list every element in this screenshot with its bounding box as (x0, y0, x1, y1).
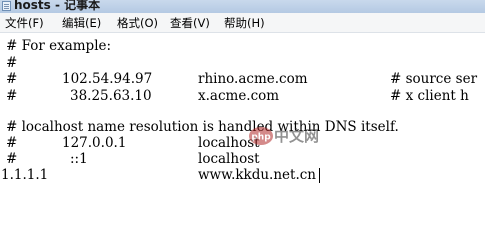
text-line: # localhost name resolution is handled w… (6, 119, 399, 135)
line-host: localhost (198, 151, 260, 167)
line-host: x.acme.com (198, 88, 280, 104)
menu-file[interactable]: 文件(F) (5, 15, 44, 31)
line-comment: # source ser (390, 71, 478, 87)
notepad-window: hosts - 记事本 文件(F) 编辑(E) 格式(O) 查看(V) 帮助(H… (0, 0, 485, 208)
line-ip: 127.0.0.1 (62, 135, 127, 151)
line-host: www.kkdu.net.cn (198, 167, 316, 183)
line-ip: ::1 (70, 151, 88, 167)
menu-view[interactable]: 查看(V) (170, 15, 210, 31)
text-caret (319, 168, 320, 183)
php-logo-icon: php (249, 127, 273, 145)
text-line: # For example: (6, 38, 112, 54)
text-line: # 102.54.94.97 rhino.acme.com # source s… (6, 71, 485, 87)
text-editor[interactable]: # For example: # # 102.54.94.97 rhino.ac… (0, 33, 485, 208)
line-ip: 1.1.1.1 (1, 167, 49, 183)
menu-bar: 文件(F) 编辑(E) 格式(O) 查看(V) 帮助(H) (0, 13, 485, 33)
menu-edit[interactable]: 编辑(E) (62, 15, 101, 31)
line-hash: # (6, 151, 18, 167)
watermark-logo-text: php (251, 133, 271, 143)
window-title: hosts - 记事本 (14, 0, 101, 12)
watermark-text: 中文网 (274, 127, 320, 145)
text-line: # 127.0.0.1 localhost (6, 135, 485, 151)
line-ip: 102.54.94.97 (62, 71, 153, 87)
line-host: rhino.acme.com (198, 71, 308, 87)
watermark: php 中文网 (248, 123, 322, 149)
text-line: # (6, 55, 18, 71)
menu-help[interactable]: 帮助(H) (224, 15, 265, 31)
line-ip: 38.25.63.10 (70, 88, 152, 104)
text-line: 1.1.1.1 www.kkdu.net.cn (1, 167, 481, 183)
line-hash: # (6, 135, 18, 151)
menu-format[interactable]: 格式(O) (117, 15, 158, 31)
title-bar[interactable]: hosts - 记事本 (0, 0, 485, 13)
text-line: # ::1 localhost (6, 151, 485, 167)
line-hash: # (6, 71, 18, 87)
line-comment: # x client h (390, 88, 469, 104)
notepad-icon (2, 1, 11, 11)
text-line: # 38.25.63.10 x.acme.com # x client h (6, 88, 485, 104)
line-hash: # (6, 88, 18, 104)
